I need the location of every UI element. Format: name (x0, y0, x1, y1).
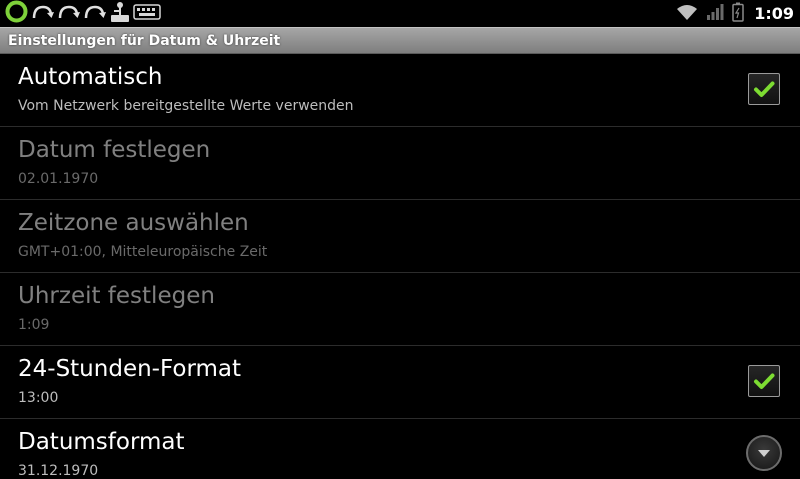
setting-title: Datumsformat (18, 429, 185, 455)
settings-list: Automatisch Vom Netzwerk bereitgestellte… (0, 54, 800, 479)
setting-title: Datum festlegen (18, 137, 211, 163)
checkmark-icon (754, 81, 775, 97)
setting-title: Automatisch (18, 64, 163, 90)
automatic-checkbox[interactable] (748, 73, 780, 105)
setting-title: 24-Stunden-Format (18, 356, 242, 382)
setting-time-zone[interactable]: Zeitzone auswählen GMT+01:00, Mitteleuro… (0, 200, 800, 273)
screen-title: Einstellungen für Datum & Uhrzeit (8, 32, 281, 49)
setting-automatic[interactable]: Automatisch Vom Netzwerk bereitgestellte… (0, 54, 800, 127)
status-bar: 1:09 (0, 0, 800, 27)
setting-summary: 02.01.1970 (18, 171, 99, 187)
setting-summary: Vom Netzwerk bereitgestellte Werte verwe… (18, 98, 354, 114)
24-hour-checkbox[interactable] (748, 365, 780, 397)
setting-summary: 13:00 (18, 390, 59, 406)
battery-icon (732, 2, 744, 26)
setting-date-format[interactable]: Datumsformat 31.12.1970 (0, 419, 800, 479)
keyboard-icon (133, 3, 161, 25)
setting-title: Uhrzeit festlegen (18, 283, 215, 309)
date-format-dropdown[interactable] (746, 435, 782, 471)
status-clock: 1:09 (754, 4, 794, 23)
setting-summary: 1:09 (18, 317, 50, 333)
setting-24-hour-format[interactable]: 24-Stunden-Format 13:00 (0, 346, 800, 419)
setting-summary: GMT+01:00, Mitteleuropäische Zeit (18, 244, 268, 260)
setting-title: Zeitzone auswählen (18, 210, 249, 236)
signal-bars-icon (706, 3, 724, 25)
redo-arrow-icon (57, 1, 81, 27)
usb-debug-icon (109, 1, 131, 27)
checkmark-icon (754, 373, 775, 389)
notification-icons (4, 0, 163, 28)
sync-ring-icon (4, 0, 29, 28)
setting-set-time[interactable]: Uhrzeit festlegen 1:09 (0, 273, 800, 346)
redo-arrow-icon (31, 1, 55, 27)
setting-set-date[interactable]: Datum festlegen 02.01.1970 (0, 127, 800, 200)
setting-summary: 31.12.1970 (18, 463, 99, 479)
system-status: 1:09 (676, 0, 794, 27)
wifi-icon (676, 3, 698, 25)
chevron-down-icon (758, 450, 770, 457)
redo-arrow-icon (83, 1, 107, 27)
screen-title-bar: Einstellungen für Datum & Uhrzeit (0, 27, 800, 54)
